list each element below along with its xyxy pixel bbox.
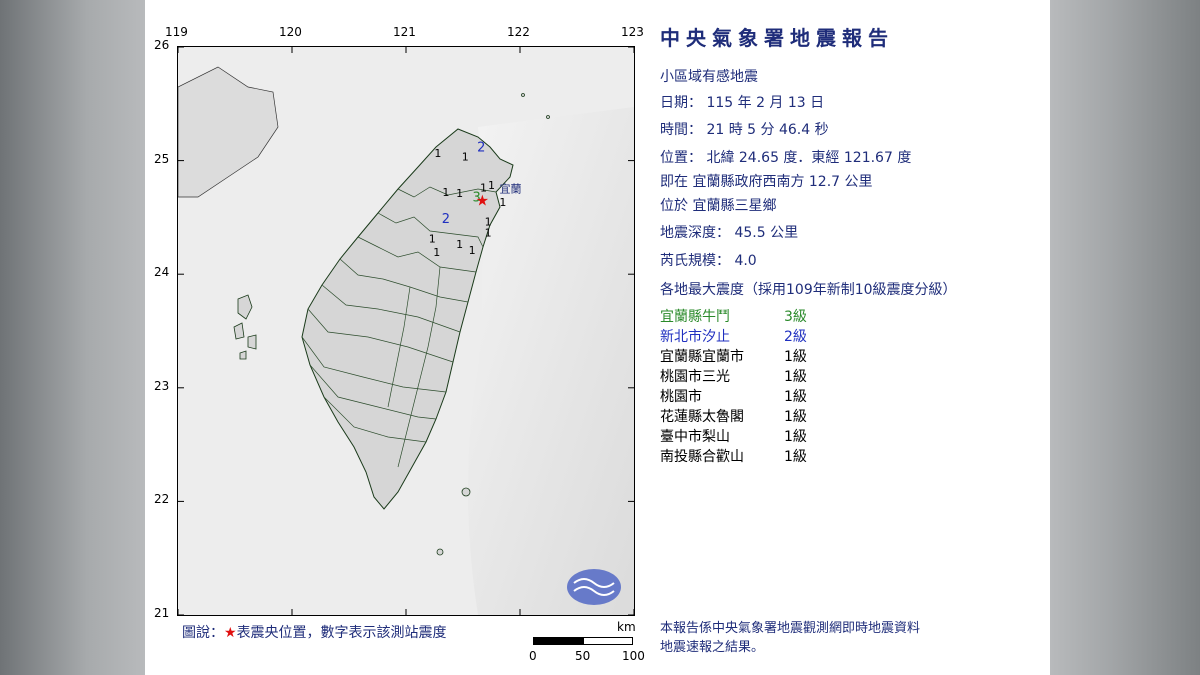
- legend-text: 表震央位置，數字表示該測站震度: [236, 625, 447, 641]
- scale-label-100: 100: [622, 649, 645, 663]
- station-intensity-mark: 1: [433, 246, 440, 259]
- lon-tick-label: 120: [279, 25, 302, 39]
- event-type: 小區域有感地震: [660, 69, 758, 85]
- event-town: 位於 宜蘭縣三星鄉: [660, 198, 777, 214]
- lon-tick-label: 121: [393, 25, 416, 39]
- station-name: 宜蘭縣牛鬥: [660, 309, 730, 325]
- intensity-header: 各地最大震度（採用109年新制10級震度分級）: [660, 282, 957, 298]
- station-name: 桃園市三光: [660, 369, 730, 385]
- station-intensity-mark: 1: [429, 232, 436, 245]
- station-level: 1級: [784, 409, 807, 425]
- station-intensity-mark: 2: [477, 141, 485, 156]
- station-level: 1級: [784, 389, 807, 405]
- scale-bar: [533, 637, 633, 645]
- legend-prefix: 圖說：: [182, 625, 224, 641]
- station-name: 臺中市梨山: [660, 429, 730, 445]
- station-intensity-mark: 1: [456, 187, 463, 200]
- station-name: 花蓮縣太魯閣: [660, 409, 744, 425]
- epicenter-star-icon: ★: [476, 191, 489, 209]
- cwa-logo: [567, 569, 621, 605]
- scale-unit: km: [617, 620, 636, 634]
- station-level: 1級: [784, 349, 807, 365]
- city-label-yilan: 宜蘭: [499, 181, 521, 195]
- station-level: 3級: [784, 309, 807, 325]
- station-intensity-mark: 2: [442, 212, 450, 227]
- lat-tick-label: 24: [154, 265, 170, 280]
- event-date: 日期： 115 年 2 月 13 日: [660, 95, 825, 111]
- event-magnitude: 芮氏規模： 4.0: [660, 253, 757, 269]
- event-time: 時間： 21 時 5 分 46.4 秒: [660, 122, 829, 138]
- scale-label-50: 50: [575, 649, 591, 663]
- station-intensity-mark: 1: [434, 147, 441, 160]
- report-note-line2: 地震速報之結果。: [660, 640, 765, 655]
- station-intensity-mark: 1: [462, 151, 469, 164]
- station-intensity-mark: 1: [469, 244, 476, 257]
- station-name: 宜蘭縣宜蘭市: [660, 349, 744, 365]
- station-name: 南投縣合歡山: [660, 449, 744, 465]
- station-intensity-mark: 1: [499, 196, 506, 209]
- station-intensity-mark: 1: [485, 227, 492, 240]
- lat-tick-label: 23: [154, 378, 170, 393]
- station-name: 桃園市: [660, 389, 702, 405]
- lon-tick-label: 119: [165, 25, 188, 39]
- lon-tick-label: 122: [507, 25, 530, 39]
- station-intensity-mark: 1: [488, 179, 495, 192]
- report-note-line1: 本報告係中央氣象署地震觀測網即時地震資料: [660, 621, 921, 636]
- scale-label-0: 0: [529, 649, 537, 663]
- report-title: 中央氣象署地震報告: [660, 26, 894, 50]
- station-intensity-mark: 1: [442, 186, 449, 199]
- event-depth: 地震深度： 45.5 公里: [660, 225, 799, 241]
- station-level: 1級: [784, 449, 807, 465]
- background-right-blur: [1050, 0, 1200, 675]
- event-location: 位置： 北緯 24.65 度．東經 121.67 度: [660, 150, 912, 166]
- lat-tick-label: 25: [154, 151, 170, 166]
- epicenter-star-icon: ★: [224, 625, 237, 641]
- event-relative-location: 即在 宜蘭縣政府西南方 12.7 公里: [660, 174, 873, 190]
- map-legend: 圖說：★表震央位置，數字表示該測站震度: [182, 622, 447, 642]
- lat-tick-label: 21: [154, 606, 170, 620]
- epicenter-map: 3 2 2 1 1 1 1 1 1 1 1 1 1 1 1 1 宜蘭 ★: [177, 46, 635, 616]
- lat-tick-label: 22: [154, 492, 170, 507]
- station-level: 1級: [784, 369, 807, 385]
- station-level: 2級: [784, 329, 807, 345]
- station-intensity-mark: 1: [456, 238, 463, 251]
- map-canvas: 32211111 1111111 1宜蘭★: [178, 47, 634, 615]
- lon-tick-label: 123: [621, 25, 644, 39]
- station-name: 新北市汐止: [660, 329, 730, 345]
- station-level: 1級: [784, 429, 807, 445]
- background-left-blur: [0, 0, 145, 675]
- lat-tick-label: 26: [154, 38, 170, 52]
